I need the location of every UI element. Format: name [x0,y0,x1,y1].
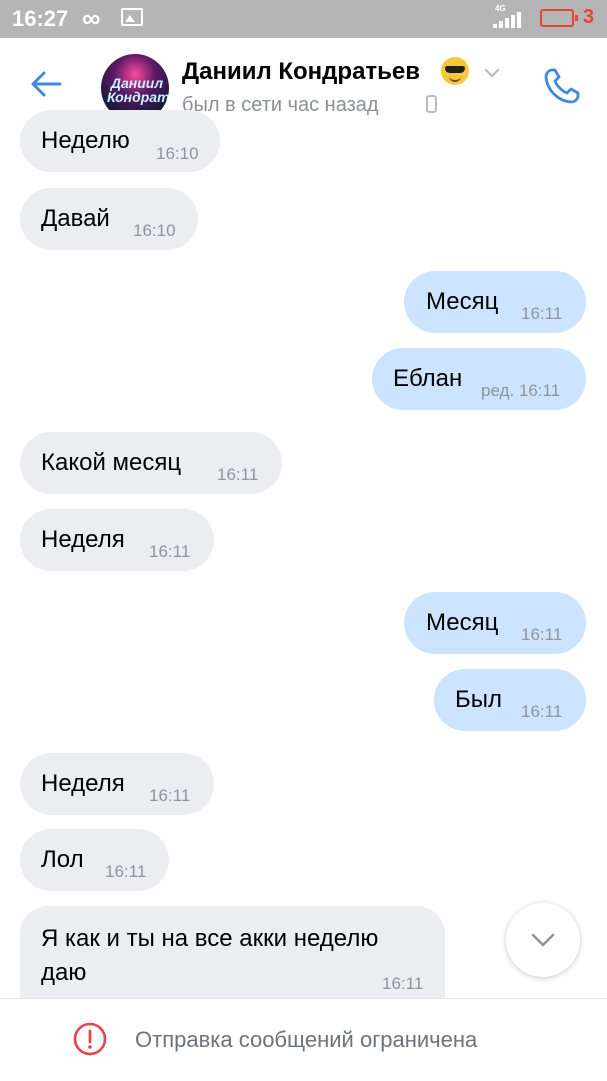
call-icon[interactable] [540,64,584,108]
message-time: ред. 16:11 [481,381,561,400]
message-text: Месяц [426,288,499,315]
message-text: Еблан [393,365,463,392]
signal-icon [493,12,523,28]
message-bubble-incoming[interactable]: Неделя 16:11 [20,509,214,571]
message-bubble-incoming[interactable]: Лол 16:11 [20,829,169,891]
avatar-text: Даниил Кондратьев [107,75,169,105]
message-text: Был [455,686,503,713]
chevron-down-icon[interactable] [483,66,501,80]
message-text: Лол [41,846,84,873]
back-arrow-icon[interactable] [28,66,64,102]
message-bubble-incoming[interactable]: Неделя 16:11 [20,753,214,815]
battery-icon [540,9,578,27]
message-text-line-1: Я как и ты на все акки неделю [41,925,379,952]
message-text: Неделя [41,526,125,553]
message-bubble-outgoing[interactable]: Еблан ред. 16:11 [372,348,586,410]
mobile-device-icon [426,95,437,113]
battery-level: 3 [583,6,595,28]
gallery-icon [121,8,143,26]
message-bubble-incoming[interactable]: Какой месяц 16:11 [20,432,282,494]
sunglasses-emoji-icon [441,57,469,85]
message-text: Месяц [426,609,499,636]
scroll-to-bottom-button[interactable] [506,903,580,977]
message-bubble-incoming[interactable]: Я как и ты на все акки неделю даю 16:11 [20,906,445,998]
message-text: Какой месяц [41,449,182,476]
message-time: 16:11 [217,465,259,484]
message-bubble-outgoing[interactable]: Месяц 16:11 [404,592,586,654]
message-text: Неделю [41,127,130,154]
chevron-down-icon [531,933,555,947]
message-bubble-outgoing[interactable]: Был 16:11 [434,669,586,731]
message-text: Давай [41,205,110,232]
message-bubble-incoming[interactable]: Давай 16:10 [20,188,198,250]
message-time: 16:11 [149,542,191,561]
message-time: 16:10 [133,221,176,240]
messaging-restricted-banner: Отправка сообщений ограничена [0,998,607,1081]
infinity-icon: ∞ [82,3,101,33]
message-time: 16:11 [382,974,424,993]
last-seen-status: был в сети час назад [182,94,379,116]
message-text-line-2: даю [41,959,87,986]
message-time: 16:11 [521,304,563,323]
message-time: 16:11 [521,702,563,721]
message-bubble-incoming[interactable]: Неделю 16:10 [20,110,220,172]
restricted-message: Отправка сообщений ограничена [135,1027,478,1052]
message-time: 16:11 [105,862,147,881]
message-bubble-outgoing[interactable]: Месяц 16:11 [404,271,586,333]
message-time: 16:11 [149,786,191,805]
message-time: 16:10 [156,144,199,163]
message-text: Неделя [41,770,125,797]
status-time: 16:27 [12,6,69,31]
message-time: 16:11 [521,625,563,644]
contact-name[interactable]: Даниил Кондратьев [182,58,420,86]
warning-icon [73,1022,107,1056]
status-bar: 16:27 ∞ 4G 3 [0,0,607,38]
